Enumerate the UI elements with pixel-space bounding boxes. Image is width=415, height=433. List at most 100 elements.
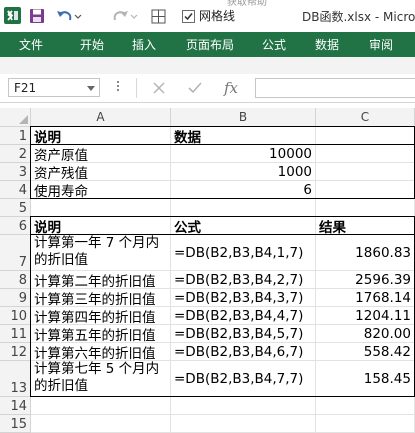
cell-b9[interactable]: =DB(B2,B3,B4,3,7) (171, 289, 316, 307)
row-header-12[interactable]: 12 (0, 343, 31, 361)
cell-b12[interactable]: =DB(B2,B3,B4,6,7) (171, 343, 316, 361)
name-box-value: F21 (14, 81, 37, 95)
cell-c14[interactable] (316, 397, 415, 415)
chevron-down-icon (87, 86, 95, 91)
cell-b6[interactable]: 公式 (171, 217, 316, 235)
cell-b14[interactable] (171, 397, 316, 415)
row-header-7[interactable]: 7 (0, 235, 31, 271)
column-header-a[interactable]: A (31, 108, 171, 127)
cell-a5[interactable] (31, 199, 171, 217)
divider (136, 78, 137, 98)
insert-function-button[interactable]: fx (220, 79, 242, 97)
cell-a10[interactable]: 计算第四年的折旧值 (31, 307, 171, 325)
save-icon (29, 8, 45, 24)
column-header-c[interactable]: C (316, 108, 415, 127)
row-header-15[interactable]: 15 (0, 415, 31, 433)
cell-b11[interactable]: =DB(B2,B3,B4,5,7) (171, 325, 316, 343)
cell-c10[interactable]: 1204.11 (316, 307, 415, 325)
borders-button[interactable] (148, 6, 168, 26)
undo-button[interactable] (54, 6, 84, 26)
cell-b8[interactable]: =DB(B2,B3,B4,2,7) (171, 271, 316, 289)
cell-a8[interactable]: 计算第二年的折旧值 (31, 271, 171, 289)
row-header-6[interactable]: 6 (0, 217, 31, 235)
cell-c8[interactable]: 2596.39 (316, 271, 415, 289)
cancel-button[interactable] (148, 79, 170, 97)
cell-c15[interactable] (316, 415, 415, 433)
cell-b2[interactable]: 10000 (171, 145, 316, 163)
select-all-button[interactable] (0, 108, 31, 127)
cell-a9[interactable]: 计算第三年的折旧值 (31, 289, 171, 307)
formula-bar: F21 fx (0, 74, 415, 103)
cell-c2[interactable] (316, 145, 415, 163)
tab-formulas[interactable]: 公式 (262, 32, 286, 57)
drag-handle-icon[interactable] (117, 79, 120, 95)
gridlines-checkbox[interactable] (182, 10, 195, 23)
cell-c13[interactable]: 158.45 (316, 361, 415, 397)
row-header-2[interactable]: 2 (0, 145, 31, 163)
excel-icon (4, 7, 21, 24)
cell-b15[interactable] (171, 415, 316, 433)
cell-b7[interactable]: =DB(B2,B3,B4,1,7) (171, 235, 316, 271)
cell-a4[interactable]: 使用寿命 (31, 181, 171, 199)
cell-c7[interactable]: 1860.83 (316, 235, 415, 271)
cell-a1[interactable]: 说明 (31, 127, 171, 145)
tab-insert[interactable]: 插入 (132, 32, 156, 57)
ribbon-body (0, 57, 415, 75)
triangle-icon (19, 115, 28, 124)
cell-b5[interactable] (171, 199, 316, 217)
row-header-5[interactable]: 5 (0, 199, 31, 217)
tab-data[interactable]: 数据 (315, 32, 339, 57)
tab-page-layout[interactable]: 页面布局 (186, 32, 234, 57)
cell-c3[interactable] (316, 163, 415, 181)
cell-a11[interactable]: 计算第五年的折旧值 (31, 325, 171, 343)
row-header-3[interactable]: 3 (0, 163, 31, 181)
tab-home[interactable]: 开始 (80, 32, 104, 57)
formula-input[interactable] (255, 78, 415, 98)
checkmark-icon (184, 13, 193, 21)
cell-a7[interactable]: 计算第一年 7 个月内的折旧值 (31, 235, 171, 271)
close-icon (153, 82, 165, 94)
cell-c12[interactable]: 558.42 (316, 343, 415, 361)
document-title: DB函数.xlsx - Micro (302, 10, 415, 24)
row-header-13[interactable]: 13 (0, 361, 31, 397)
save-button[interactable] (26, 6, 48, 26)
worksheet-grid[interactable]: A B C 1 说明 数据 2 资产原值 10000 3 资产残值 1000 4 使用寿命 6 5 6 说明… (0, 108, 415, 433)
cell-c11[interactable]: 820.00 (316, 325, 415, 343)
row-header-10[interactable]: 10 (0, 307, 31, 325)
cell-c9[interactable]: 1768.14 (316, 289, 415, 307)
cell-c5[interactable] (316, 199, 415, 217)
row-header-1[interactable]: 1 (0, 127, 31, 145)
enter-button[interactable] (184, 79, 206, 97)
cell-a15[interactable] (31, 415, 171, 433)
cell-b10[interactable]: =DB(B2,B3,B4,4,7) (171, 307, 316, 325)
row-header-9[interactable]: 9 (0, 289, 31, 307)
cell-a12[interactable]: 计算第六年的折旧值 (31, 343, 171, 361)
title-bar: 网格线 获取帮助 DB函数.xlsx - Micro (0, 0, 415, 32)
row-header-11[interactable]: 11 (0, 325, 31, 343)
gridlines-label: 网格线 (199, 9, 236, 23)
cell-a14[interactable] (31, 397, 171, 415)
cell-b1[interactable]: 数据 (171, 127, 316, 145)
cell-c4[interactable] (316, 181, 415, 199)
cell-b4[interactable]: 6 (171, 181, 316, 199)
tab-file[interactable]: 文件 (0, 32, 62, 57)
row-header-8[interactable]: 8 (0, 271, 31, 289)
cell-a13[interactable]: 计算第七年 5 个月内的折旧值 (31, 361, 171, 397)
cell-b13[interactable]: =DB(B2,B3,B4,7,7) (171, 361, 316, 397)
column-header-b[interactable]: B (171, 108, 316, 127)
tab-review[interactable]: 审阅 (369, 32, 393, 57)
name-box[interactable]: F21 (8, 78, 100, 97)
cell-c6[interactable]: 结果 (316, 217, 415, 235)
cell-a3[interactable]: 资产残值 (31, 163, 171, 181)
redo-icon (111, 8, 139, 24)
cell-b3[interactable]: 1000 (171, 163, 316, 181)
redo-button[interactable] (110, 6, 140, 26)
fx-icon: fx (223, 79, 238, 97)
row-header-4[interactable]: 4 (0, 181, 31, 199)
cell-a2[interactable]: 资产原值 (31, 145, 171, 163)
row-header-14[interactable]: 14 (0, 397, 31, 415)
ribbon-tabs: 文件 开始 插入 页面布局 公式 数据 审阅 (0, 32, 415, 57)
undo-icon (55, 8, 83, 24)
cell-a6[interactable]: 说明 (31, 217, 171, 235)
cell-c1[interactable] (316, 127, 415, 145)
